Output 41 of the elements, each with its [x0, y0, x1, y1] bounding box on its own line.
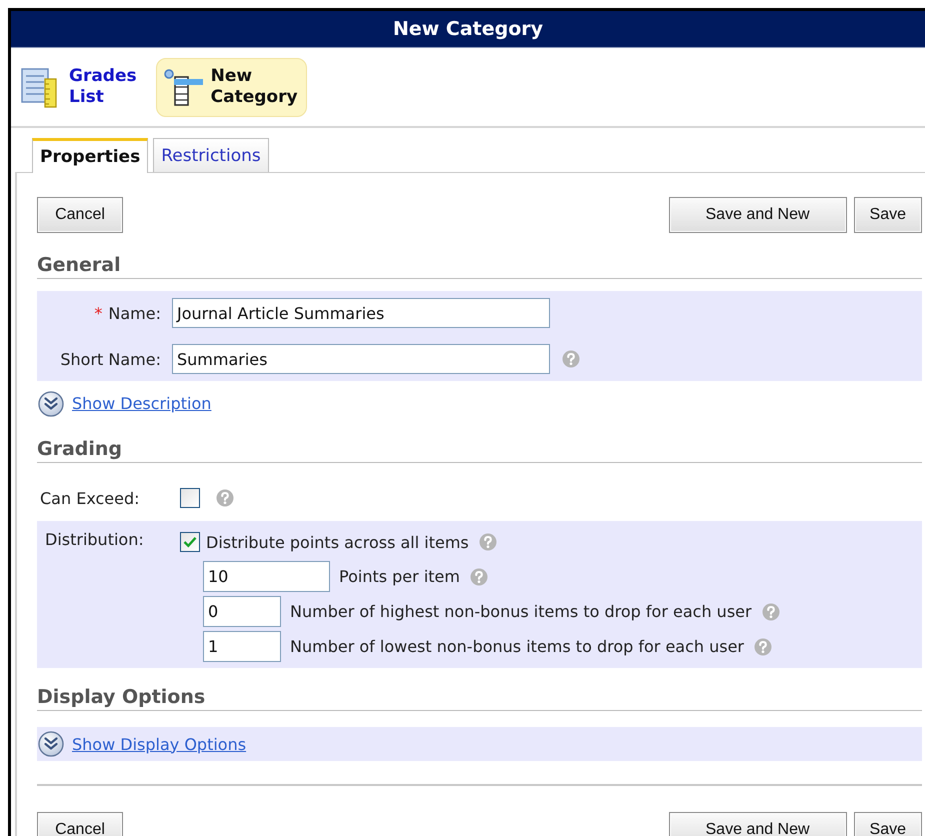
number-field[interactable]: 1	[203, 631, 281, 662]
field-label: Can Exceed:	[40, 488, 140, 508]
number-field[interactable]: 0	[203, 596, 281, 627]
field-label: Points per item	[339, 567, 460, 586]
number-field[interactable]: 10	[203, 561, 330, 592]
text-field[interactable]: Summaries	[172, 344, 550, 374]
nav-item[interactable]: New Category	[156, 58, 307, 116]
checkbox-label: Distribute points across all items	[206, 532, 469, 552]
nav-item[interactable]: Grades List	[14, 58, 146, 116]
cancel-button[interactable]: Cancel	[37, 812, 123, 836]
save-and-new-button[interactable]: Save and New	[668, 812, 847, 836]
checkbox[interactable]	[180, 488, 200, 508]
help-icon[interactable]	[470, 568, 488, 586]
section-heading: Display Options	[37, 686, 922, 711]
help-icon[interactable]	[478, 533, 497, 551]
field-label: Number of highest non-bonus items to drop for each user	[290, 602, 752, 621]
expand-link[interactable]: Show Display Options	[72, 734, 246, 754]
save-and-new-button[interactable]: Save and New	[668, 197, 847, 233]
help-icon[interactable]	[754, 638, 772, 656]
checkbox[interactable]	[180, 532, 200, 552]
text-field[interactable]: Journal Article Summaries	[172, 298, 550, 328]
help-icon[interactable]	[216, 489, 234, 507]
expand-icon[interactable]	[38, 731, 64, 757]
window-title: New Category	[392, 18, 544, 40]
cancel-button[interactable]: Cancel	[37, 197, 123, 233]
tab[interactable]: Restrictions	[153, 138, 269, 172]
expand-link[interactable]: Show Description	[72, 394, 212, 413]
help-icon[interactable]	[562, 350, 580, 368]
field-label: * Name:	[94, 304, 161, 322]
table-icon	[162, 68, 203, 106]
expand-icon[interactable]	[38, 390, 64, 416]
save-button[interactable]: Save	[854, 197, 922, 233]
section-heading: Grading	[37, 436, 922, 463]
checkmark-icon	[183, 536, 197, 548]
section-heading: General	[37, 255, 922, 279]
help-icon[interactable]	[762, 602, 780, 620]
field-label: Distribution:	[45, 530, 144, 549]
save-button[interactable]: Save	[854, 812, 922, 836]
field-label: Number of lowest non-bonus items to drop for each user	[290, 637, 744, 656]
field-label: Short Name:	[60, 350, 161, 368]
tab[interactable]: Properties	[32, 138, 148, 173]
